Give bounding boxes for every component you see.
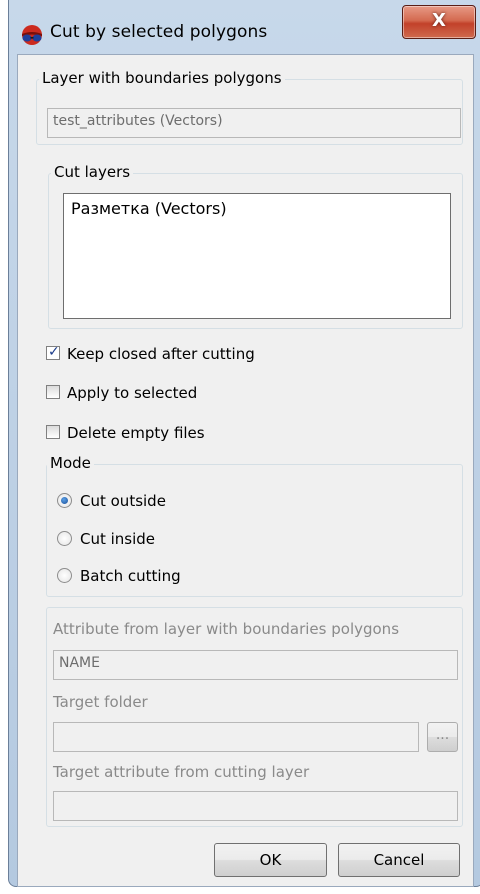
boundaries-legend: Layer with boundaries polygons <box>39 69 285 87</box>
target-folder-label: Target folder <box>53 693 148 711</box>
mode-group: Mode Cut outside Cut inside Batch cuttin… <box>46 454 463 597</box>
radio-label: Cut inside <box>80 530 156 548</box>
cut-layers-group: Cut layers Разметка (Vectors) <box>48 163 463 329</box>
checkbox-label: Apply to selected <box>67 384 198 402</box>
target-folder-field <box>53 722 419 752</box>
cut-layers-list[interactable]: Разметка (Vectors) <box>63 193 451 319</box>
close-button[interactable]: X <box>402 5 476 39</box>
radio-button[interactable] <box>57 568 72 583</box>
checkbox-label: Keep closed after cutting <box>67 345 255 363</box>
glasses-icon <box>22 25 42 45</box>
title-bar[interactable]: Cut by selected polygons X <box>9 0 480 52</box>
boundaries-layer-field: test_attributes (Vectors) <box>47 108 461 138</box>
ok-button[interactable]: OK <box>214 843 327 877</box>
checkbox-box[interactable] <box>46 425 60 439</box>
checkbox-box[interactable] <box>46 385 60 399</box>
window-title: Cut by selected polygons <box>50 22 268 42</box>
batch-settings-group: Attribute from layer with boundaries pol… <box>46 607 463 827</box>
radio-button[interactable] <box>57 493 72 508</box>
attribute-label: Attribute from layer with boundaries pol… <box>53 620 400 638</box>
radio-label: Cut outside <box>80 492 166 510</box>
cut-layers-legend: Cut layers <box>51 163 134 181</box>
radio-button[interactable] <box>57 531 72 546</box>
attribute-field: NAME <box>53 650 458 680</box>
target-attribute-field <box>53 791 458 821</box>
browse-button[interactable]: ... <box>427 722 458 752</box>
dialog-window: Cut by selected polygons X Layer with bo… <box>8 0 480 887</box>
dialog-content: Layer with boundaries polygons test_attr… <box>17 54 474 887</box>
radio-label: Batch cutting <box>80 567 181 585</box>
mode-legend: Mode <box>47 454 94 472</box>
checkmark-icon: ✓ <box>48 344 60 360</box>
close-icon: X <box>432 10 446 31</box>
list-item[interactable]: Разметка (Vectors) <box>71 199 443 218</box>
cancel-button[interactable]: Cancel <box>338 843 460 877</box>
target-attribute-label: Target attribute from cutting layer <box>53 763 310 781</box>
checkbox-box[interactable]: ✓ <box>46 344 60 360</box>
checkbox-label: Delete empty files <box>67 424 205 442</box>
boundaries-group: Layer with boundaries polygons test_attr… <box>36 69 463 145</box>
